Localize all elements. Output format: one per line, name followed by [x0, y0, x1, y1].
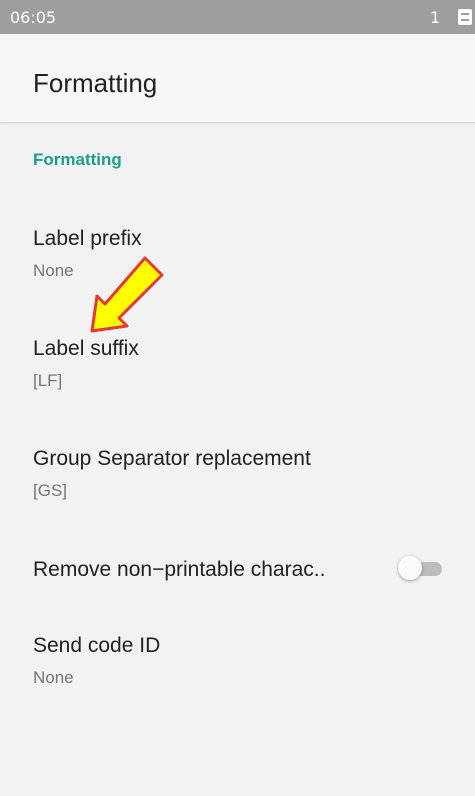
pref-label-prefix[interactable]: Label prefix None [0, 210, 475, 310]
category-header: Formatting [33, 150, 122, 169]
pref-summary: [GS] [33, 481, 68, 500]
pref-send-code-id[interactable]: Send code ID None [0, 615, 475, 715]
arrow-shape [90, 256, 164, 333]
notification-count: 1 [430, 8, 441, 27]
pref-title: Group Separator replacement [33, 447, 311, 470]
pref-label-suffix[interactable]: Label suffix [LF] [0, 320, 475, 420]
pref-summary: [LF] [33, 371, 63, 390]
remove-non-printable-toggle[interactable] [398, 555, 444, 583]
pref-group-separator-replacement[interactable]: Group Separator replacement [GS] [0, 430, 475, 530]
notification-icon [458, 9, 472, 25]
arrow-icon [90, 256, 164, 333]
status-bar: 06:05 1 [0, 0, 475, 34]
status-time: 06:05 [10, 8, 57, 27]
pref-summary: None [33, 261, 74, 280]
pref-title: Label suffix [33, 337, 139, 360]
pref-title: Remove non−printable charac.. [33, 558, 326, 581]
pref-title: Send code ID [33, 634, 161, 657]
toggle-thumb [398, 556, 422, 580]
page-title: Formatting [33, 68, 158, 98]
pref-summary: None [33, 668, 74, 687]
app-bar: Formatting [0, 34, 475, 123]
